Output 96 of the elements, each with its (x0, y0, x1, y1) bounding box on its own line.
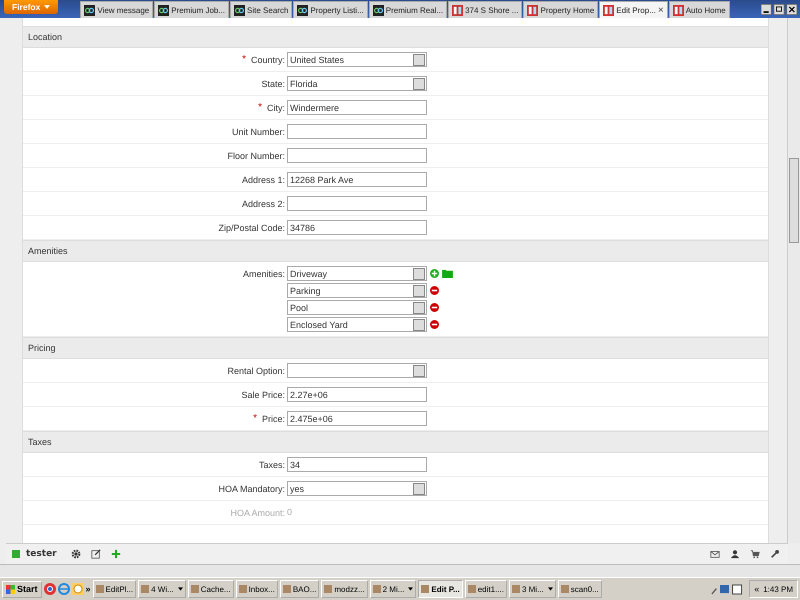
field-label: Address 2: (242, 198, 285, 208)
caret-icon (548, 587, 553, 591)
glasses-icon (372, 4, 384, 16)
input-field[interactable]: 2.475e+06 (287, 411, 427, 426)
clock-time: 1:43 PM (763, 584, 793, 594)
glasses-icon (84, 4, 96, 16)
plus-icon[interactable] (110, 549, 121, 559)
field-label: Floor Number: (227, 150, 285, 160)
field-label: Sale Price: (241, 390, 285, 400)
input-field[interactable] (287, 148, 427, 163)
status-square-icon (12, 550, 20, 558)
field-label: Country: (250, 54, 285, 64)
field-label: Amenities: (242, 268, 285, 278)
input-field[interactable]: 34786 (287, 220, 427, 235)
field-label: Price: (262, 414, 285, 424)
taskbar-item[interactable]: BAO... (280, 580, 320, 598)
grid-icon (603, 4, 614, 16)
taskbar-item[interactable]: scan0... (558, 580, 602, 598)
field-value: 0 (287, 506, 292, 519)
taskbar-item[interactable]: EditPl... (92, 580, 136, 598)
field-label: Address 1: (242, 174, 285, 184)
input-field[interactable]: 12268 Park Ave (287, 172, 427, 187)
taskbar-item[interactable]: 4 Wi... (138, 580, 186, 598)
required-mark: * (253, 413, 257, 424)
field-label: Zip/Postal Code: (218, 222, 285, 232)
taskbar-item[interactable]: Edit P... (418, 580, 463, 598)
select-field[interactable]: Florida (287, 76, 427, 91)
input-field[interactable]: 2.27e+06 (287, 387, 427, 402)
start-button[interactable]: Start (2, 580, 42, 598)
horizontal-scrollbar[interactable] (0, 564, 800, 577)
browser-tab[interactable]: Property Home (523, 1, 598, 18)
remove-icon[interactable] (430, 320, 439, 329)
taskbar-item[interactable]: edit1.... (464, 580, 507, 598)
section-header: Taxes (23, 431, 768, 453)
taskbar-item[interactable]: Inbox... (236, 580, 278, 598)
remove-icon[interactable] (430, 286, 439, 295)
caret-icon (178, 587, 183, 591)
input-field[interactable] (287, 124, 427, 139)
select-field[interactable]: Enclosed Yard (287, 317, 427, 332)
browser-tab[interactable]: Edit Prop... × (599, 1, 668, 18)
field-label: Rental Option: (227, 366, 285, 376)
grid-icon (452, 4, 464, 16)
input-field[interactable]: 34 (287, 457, 427, 472)
section-header: Location (23, 26, 768, 48)
remove-icon[interactable] (430, 303, 439, 312)
section-header: Pricing (23, 337, 768, 359)
required-mark: * (258, 102, 262, 113)
gear-icon[interactable] (70, 549, 81, 559)
taskbar-item[interactable]: 2 Mi... (370, 580, 416, 598)
mail-icon[interactable] (710, 549, 720, 559)
more-chevron[interactable]: » (86, 584, 91, 594)
grid-icon (527, 4, 538, 16)
glasses-icon (158, 4, 170, 16)
taskbar-item[interactable]: 3 Mi... (508, 580, 556, 598)
select-field[interactable]: United States (287, 52, 427, 67)
windows-flag-icon (6, 584, 15, 594)
browser-tab[interactable]: Premium Real... (368, 1, 448, 18)
input-field[interactable] (287, 196, 427, 211)
vertical-scrollbar[interactable] (787, 18, 800, 543)
browser-tab[interactable]: Auto Home (668, 1, 730, 18)
field-label: Unit Number: (232, 126, 285, 136)
select-field[interactable] (287, 363, 427, 378)
edit-icon[interactable] (90, 549, 101, 559)
select-field[interactable]: Driveway (287, 266, 427, 281)
field-label: City: (267, 102, 285, 112)
field-label: HOA Amount: (230, 508, 285, 518)
browser-tab[interactable]: 374 S Shore ... (448, 1, 522, 18)
browser-tab[interactable]: View message (80, 1, 154, 18)
taskbar-item[interactable]: modzz... (321, 580, 368, 598)
close-tab-icon[interactable]: × (658, 4, 664, 16)
folder-icon[interactable] (442, 269, 453, 278)
select-field[interactable]: Parking (287, 283, 427, 298)
select-field[interactable]: yes (287, 481, 427, 496)
required-mark: * (242, 54, 246, 65)
glasses-icon (297, 4, 308, 16)
browser-tab[interactable]: Premium Job... (154, 1, 230, 18)
field-label: Taxes: (258, 460, 285, 470)
person-icon[interactable] (730, 549, 740, 559)
user-name[interactable]: tester (26, 549, 57, 559)
browser-tab[interactable]: Site Search (230, 1, 292, 18)
caret-icon (408, 587, 414, 591)
section-header: Amenities (23, 240, 768, 262)
input-field[interactable]: Windermere (287, 100, 427, 115)
wrench-icon[interactable] (770, 549, 780, 559)
taskbar-item[interactable]: Cache... (188, 580, 234, 598)
glasses-icon (234, 4, 246, 16)
caret-icon (44, 5, 50, 9)
select-field[interactable]: Pool (287, 300, 427, 315)
window-controls-icon[interactable] (761, 4, 797, 14)
field-label: State: (261, 78, 285, 88)
field-label: HOA Mandatory: (218, 484, 285, 494)
tray-expand-chevron[interactable]: « (754, 584, 760, 594)
cart-icon[interactable] (750, 549, 760, 559)
add-icon[interactable] (430, 269, 439, 278)
browser-tab[interactable]: Property Listi... (293, 1, 368, 18)
grid-icon (672, 4, 684, 16)
